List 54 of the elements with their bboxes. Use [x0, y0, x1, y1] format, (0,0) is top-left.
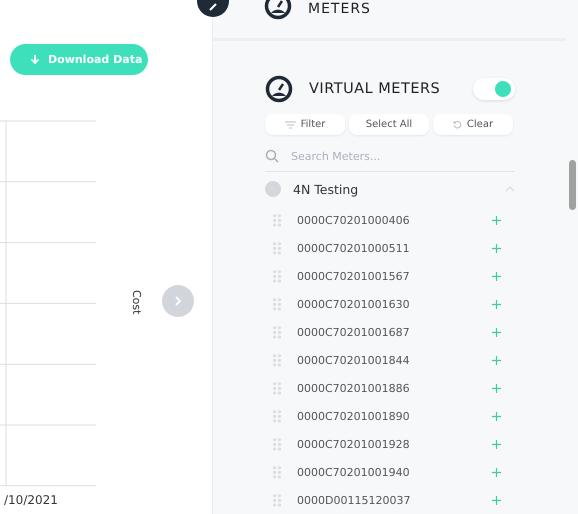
- status-dot: [265, 181, 281, 197]
- meter-name: 0000D00115120037: [297, 494, 412, 506]
- meter-name: 0000C70201001630: [297, 298, 411, 310]
- meter-name: 0000C70201001928: [297, 438, 411, 450]
- meter-name: 0000C70201001890: [297, 410, 411, 422]
- drag-handle-icon[interactable]: [273, 214, 281, 226]
- search-field[interactable]: Search Meters...: [291, 150, 491, 162]
- add-icon[interactable]: [492, 300, 501, 308]
- search-icon: [265, 149, 279, 163]
- add-icon[interactable]: [492, 356, 501, 364]
- drag-handle-icon[interactable]: [273, 326, 281, 338]
- group-row[interactable]: 4N Testing: [265, 172, 515, 206]
- clear-button[interactable]: Clear: [433, 114, 513, 135]
- group-name: 4N Testing: [293, 182, 360, 196]
- add-icon[interactable]: [492, 328, 501, 336]
- drag-handle-icon[interactable]: [273, 354, 281, 366]
- drag-handle-icon[interactable]: [273, 410, 281, 422]
- add-icon[interactable]: [492, 216, 501, 224]
- add-icon[interactable]: [492, 468, 501, 476]
- drag-handle-icon[interactable]: [273, 494, 281, 506]
- add-icon[interactable]: [492, 440, 501, 448]
- drag-handle-icon[interactable]: [273, 242, 281, 254]
- drag-handle-icon[interactable]: [273, 382, 281, 394]
- meter-name: 0000C70201001886: [297, 382, 411, 394]
- select-all-button[interactable]: Select All: [349, 114, 429, 135]
- meter-name: 0000C70201001844: [297, 354, 411, 366]
- section-title: VIRTUAL METERS: [309, 81, 442, 97]
- drag-handle-icon[interactable]: [273, 270, 281, 282]
- axis-label: /10/2021: [4, 493, 58, 507]
- add-icon[interactable]: [492, 496, 501, 504]
- reset-icon: [452, 120, 462, 129]
- gauge-icon: [265, 75, 293, 103]
- meter-name: 0000C70201001687: [297, 326, 411, 338]
- meter-name: 0000C70201001940: [297, 466, 411, 478]
- download-icon: [30, 54, 40, 65]
- add-icon[interactable]: [492, 272, 501, 280]
- add-icon[interactable]: [492, 244, 501, 252]
- filter-button[interactable]: Filter: [265, 114, 345, 135]
- drag-handle-icon[interactable]: [273, 438, 281, 450]
- add-icon[interactable]: [492, 384, 501, 392]
- toggle-switch[interactable]: [473, 78, 515, 100]
- filter-icon: [284, 120, 296, 128]
- next-button[interactable]: [162, 285, 194, 317]
- axis-title: Cost: [130, 290, 143, 314]
- add-icon[interactable]: [492, 412, 501, 420]
- chevron-right-icon: [174, 296, 182, 306]
- scrollbar[interactable]: [569, 160, 576, 210]
- drag-handle-icon[interactable]: [273, 466, 281, 478]
- section-title: METERS: [308, 1, 371, 17]
- meter-name: 0000C70201000406: [297, 214, 411, 226]
- drag-handle-icon[interactable]: [273, 298, 281, 310]
- gauge-icon: [264, 0, 292, 20]
- meter-name: 0000C70201001567: [297, 270, 411, 282]
- meter-name: 0000C70201000511: [297, 242, 411, 254]
